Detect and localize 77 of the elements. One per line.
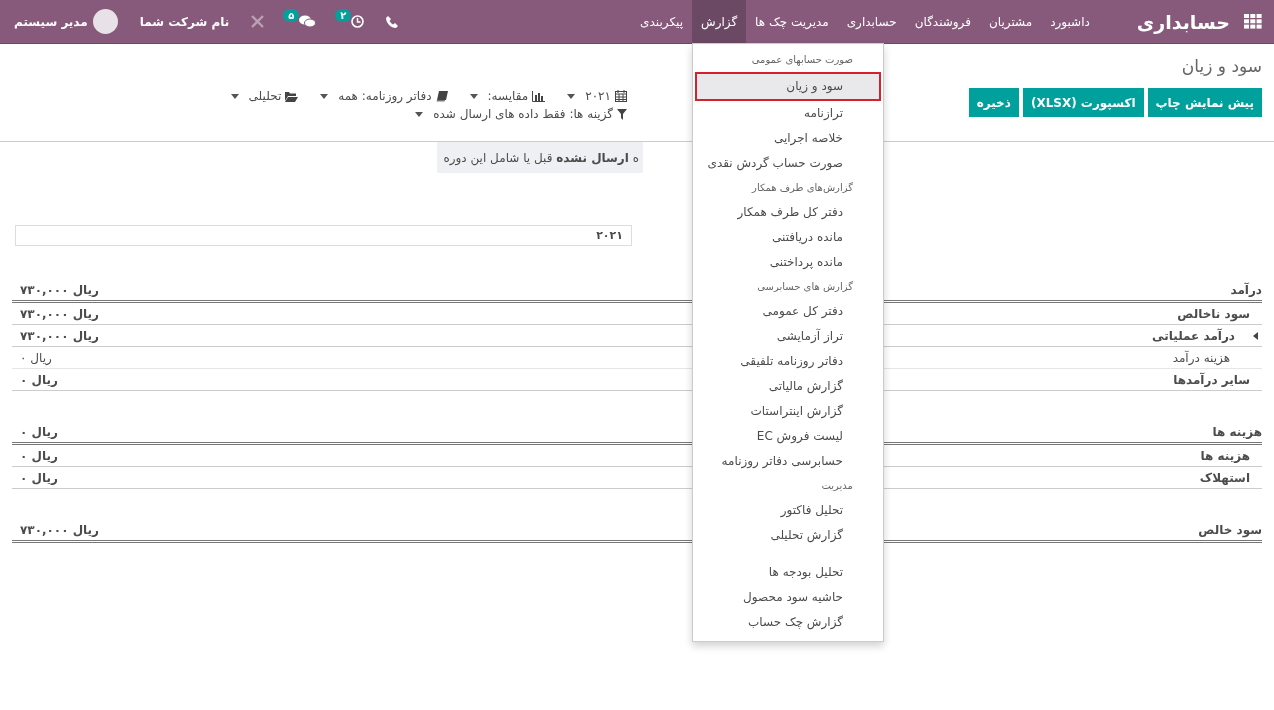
fold-caret-icon[interactable] <box>1253 331 1258 340</box>
menu-item[interactable]: سود و زیان <box>697 74 879 99</box>
caret-icon <box>320 93 329 99</box>
user-avatar[interactable] <box>92 9 118 34</box>
section-value: ۷۳۰,۰۰۰ ریال <box>20 282 100 297</box>
nav-menu-item[interactable]: مدیریت چک ها <box>746 0 838 43</box>
nav-menu-item[interactable]: حسابداری <box>837 0 906 43</box>
warning-message: ه ارسال نشده قبل یا شامل این دوره <box>437 142 643 173</box>
row-label: استهلاک <box>1199 470 1250 485</box>
menu-item[interactable]: حسابرسی دفاتر روزنامه <box>693 449 883 474</box>
row-label: درآمد عملیاتی <box>1152 328 1235 343</box>
menu-item[interactable]: دفتر کل عمومی <box>693 299 883 324</box>
menu-item[interactable]: حاشیه سود محصول <box>693 585 883 610</box>
filter-dropdown[interactable]: دفاتر روزنامه: همه <box>320 89 448 103</box>
bar-chart-icon <box>532 90 546 102</box>
menu-section-header: گزارش های حسابرسی <box>756 280 854 294</box>
menu-item[interactable]: گزارش مالیاتی <box>693 374 883 399</box>
user-name[interactable]: مدیر سیستم <box>14 14 88 29</box>
menu-item[interactable]: تحلیل فاکتور <box>693 498 883 523</box>
caret-icon <box>230 93 239 99</box>
menu-item[interactable]: مانده پرداختنی <box>693 250 883 275</box>
chat-icon[interactable] <box>299 15 317 28</box>
filter-icon <box>617 108 627 120</box>
menu-item[interactable]: ترازنامه <box>693 101 883 126</box>
column-header: ۲۰۲۱ <box>15 225 632 246</box>
menu-item[interactable]: گزارش اینتراستات <box>693 399 883 424</box>
menu-item[interactable]: لیست فروش EC <box>693 424 883 449</box>
nav-menu-item[interactable]: پیکربندی <box>631 0 692 43</box>
filter-dropdown[interactable]: تحلیلی <box>230 89 299 103</box>
menu-item[interactable]: گزارش تحلیلی <box>693 523 883 548</box>
apps-grid-icon[interactable] <box>1244 14 1262 29</box>
section-label: درآمد <box>1230 282 1262 297</box>
row-value: ۰ ریال <box>20 350 52 365</box>
menu-section-header: گزارش‌های طرف همکار <box>750 181 854 195</box>
menu-item[interactable]: خلاصه اجرایی <box>693 126 883 151</box>
row-label: هزینه ها <box>1200 448 1250 463</box>
row-label: هزینه درآمد <box>1172 350 1230 365</box>
caret-icon <box>567 93 576 99</box>
message-count-badge: ۵ <box>283 9 300 22</box>
row-value: ۷۳۰,۰۰۰ ریال <box>20 306 100 321</box>
menu-section-header: صورت حسابهای عمومی <box>750 53 854 68</box>
calendar-icon <box>615 90 627 102</box>
app-title: حسابداری <box>1136 10 1230 33</box>
row-value: ۰ ریال <box>20 372 58 387</box>
book-icon <box>435 90 448 102</box>
row-label: سایر درآمدها <box>1173 372 1250 387</box>
nav-menu-item[interactable]: فروشندگان <box>905 0 980 43</box>
filter-dropdown[interactable]: گزینه ها: فقط داده های ارسال شده <box>415 107 627 121</box>
section-value: ۰ ریال <box>20 424 58 439</box>
caret-icon <box>415 111 424 117</box>
row-value: ۰ ریال <box>20 448 58 463</box>
activity-count-badge: ۲ <box>335 9 352 22</box>
row-label: سود ناخالص <box>1177 306 1250 321</box>
section-value: ۷۳۰,۰۰۰ ریال <box>20 522 100 537</box>
menu-item[interactable]: صورت حساب گردش نقدی <box>693 151 883 176</box>
nav-menu-item[interactable]: داشبورد <box>1041 0 1099 43</box>
filter-dropdown[interactable]: مقایسه: <box>469 89 546 103</box>
nav-menu-item[interactable]: گزارش <box>692 0 747 43</box>
menu-item[interactable]: مانده دریافتنی <box>693 225 883 250</box>
row-value: ۰ ریال <box>20 470 58 485</box>
nav-menu-item[interactable]: مشتریان <box>979 0 1042 43</box>
clock-icon[interactable] <box>351 15 365 28</box>
filter-dropdown[interactable]: ۲۰۲۱ <box>567 89 627 103</box>
menu-section-header: مدیریت <box>820 479 854 493</box>
folder-icon <box>285 90 299 102</box>
caret-icon <box>469 93 478 99</box>
page-title: سود و زیان <box>1181 56 1262 76</box>
menu-item[interactable]: تراز آزمایشی <box>693 324 883 349</box>
phone-icon[interactable] <box>386 15 399 28</box>
company-name[interactable]: نام شرکت شما <box>139 14 230 29</box>
section-label: هزینه ها <box>1212 424 1262 439</box>
row-value: ۷۳۰,۰۰۰ ریال <box>20 328 100 343</box>
menu-item[interactable]: دفاتر روزنامه تلفیقی <box>693 349 883 374</box>
section-label: سود خالص <box>1198 522 1262 537</box>
menu-item[interactable]: گزارش چک حساب <box>693 610 883 635</box>
menu-item[interactable]: تحلیل بودجه ها <box>693 560 883 585</box>
menu-item[interactable]: دفتر کل طرف همکار <box>693 200 883 225</box>
